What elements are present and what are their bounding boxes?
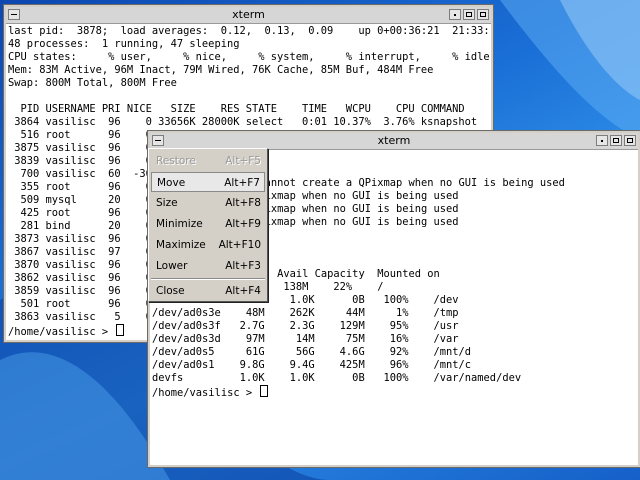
window-menu-icon[interactable] xyxy=(152,135,164,146)
terminal-line: /dev/ad0s1 9.8G 9.4G 425M 96% /mnt/c xyxy=(152,359,472,371)
menu-item-restore: Restore Alt+F5 xyxy=(151,151,265,171)
menu-item-shortcut: Alt+F10 xyxy=(218,239,261,251)
menu-item-label: Minimize xyxy=(156,218,203,230)
title-bar[interactable]: xterm xyxy=(6,7,491,24)
menu-item-label: Maximize xyxy=(156,239,206,251)
terminal-line: /dev/ad0s3e 48M 262K 44M 1% /tmp xyxy=(152,307,459,319)
terminal-line: PID USERNAME PRI NICE SIZE RES STATE TIM… xyxy=(8,103,465,115)
terminal-line: /dev/ad0s3f 2.7G 2.3G 129M 95% /usr xyxy=(152,320,459,332)
terminal-line: CPU states: % user, % nice, % system, % … xyxy=(8,51,489,63)
shell-prompt[interactable]: /home/vasilisc > xyxy=(152,385,636,399)
menu-item-close[interactable]: Close Alt+F4 xyxy=(151,281,265,301)
maximize-icon[interactable] xyxy=(610,135,622,146)
menu-item-label: Close xyxy=(156,285,185,297)
menu-item-size[interactable]: Size Alt+F8 xyxy=(151,193,265,213)
window-menu-icon[interactable] xyxy=(8,9,20,20)
close-icon[interactable] xyxy=(624,135,636,146)
terminal-line: Mem: 83M Active, 96M Inact, 79M Wired, 7… xyxy=(8,64,434,76)
terminal-line: /dev/ad0s5 61G 56G 4.6G 92% /mnt/d xyxy=(152,346,472,358)
menu-item-label: Move xyxy=(157,177,186,189)
window-title: xterm xyxy=(377,134,411,147)
menu-item-shortcut: Alt+F7 xyxy=(224,177,260,189)
terminal-line: devfs 1.0K 1.0K 0B 100% /var/named/dev xyxy=(152,372,522,384)
menu-item-label: Restore xyxy=(156,155,196,167)
menu-item-lower[interactable]: Lower Alt+F3 xyxy=(151,256,265,276)
menu-item-shortcut: Alt+F9 xyxy=(225,218,261,230)
menu-item-shortcut: Alt+F3 xyxy=(225,260,261,272)
menu-item-move[interactable]: Move Alt+F7 xyxy=(151,172,265,192)
menu-item-label: Lower xyxy=(156,260,188,272)
minimize-icon[interactable] xyxy=(596,135,608,146)
menu-item-shortcut: Alt+F8 xyxy=(225,197,261,209)
terminal-line: 48 processes: 1 running, 47 sleeping xyxy=(8,38,240,50)
menu-item-label: Size xyxy=(156,197,178,209)
terminal-line: /dev/ad0s3d 97M 14M 75M 16% /var xyxy=(152,333,459,345)
maximize-icon[interactable] xyxy=(463,9,475,20)
menu-item-minimize[interactable]: Minimize Alt+F9 xyxy=(151,214,265,234)
text-cursor xyxy=(116,324,125,336)
menu-separator xyxy=(151,278,265,280)
menu-item-maximize[interactable]: Maximize Alt+F10 xyxy=(151,235,265,255)
window-operations-menu: Restore Alt+F5 Move Alt+F7 Size Alt+F8 Minimiz… xyxy=(148,148,268,302)
prompt-text: /home/vasilisc > xyxy=(8,326,115,338)
text-cursor xyxy=(260,385,269,397)
prompt-text: /home/vasilisc > xyxy=(152,387,259,399)
window-title: xterm xyxy=(232,8,265,21)
terminal-line: last pid: 3878; load averages: 0.12, 0.1… xyxy=(8,25,489,37)
menu-item-shortcut: Alt+F4 xyxy=(225,285,261,297)
terminal-line: Swap: 800M Total, 800M Free xyxy=(8,77,177,89)
close-icon[interactable] xyxy=(477,9,489,20)
terminal-line: 3864 vasilisc 96 0 33656K 28000K select … xyxy=(8,116,478,128)
menu-item-shortcut: Alt+F5 xyxy=(225,155,261,167)
minimize-icon[interactable] xyxy=(449,9,461,20)
